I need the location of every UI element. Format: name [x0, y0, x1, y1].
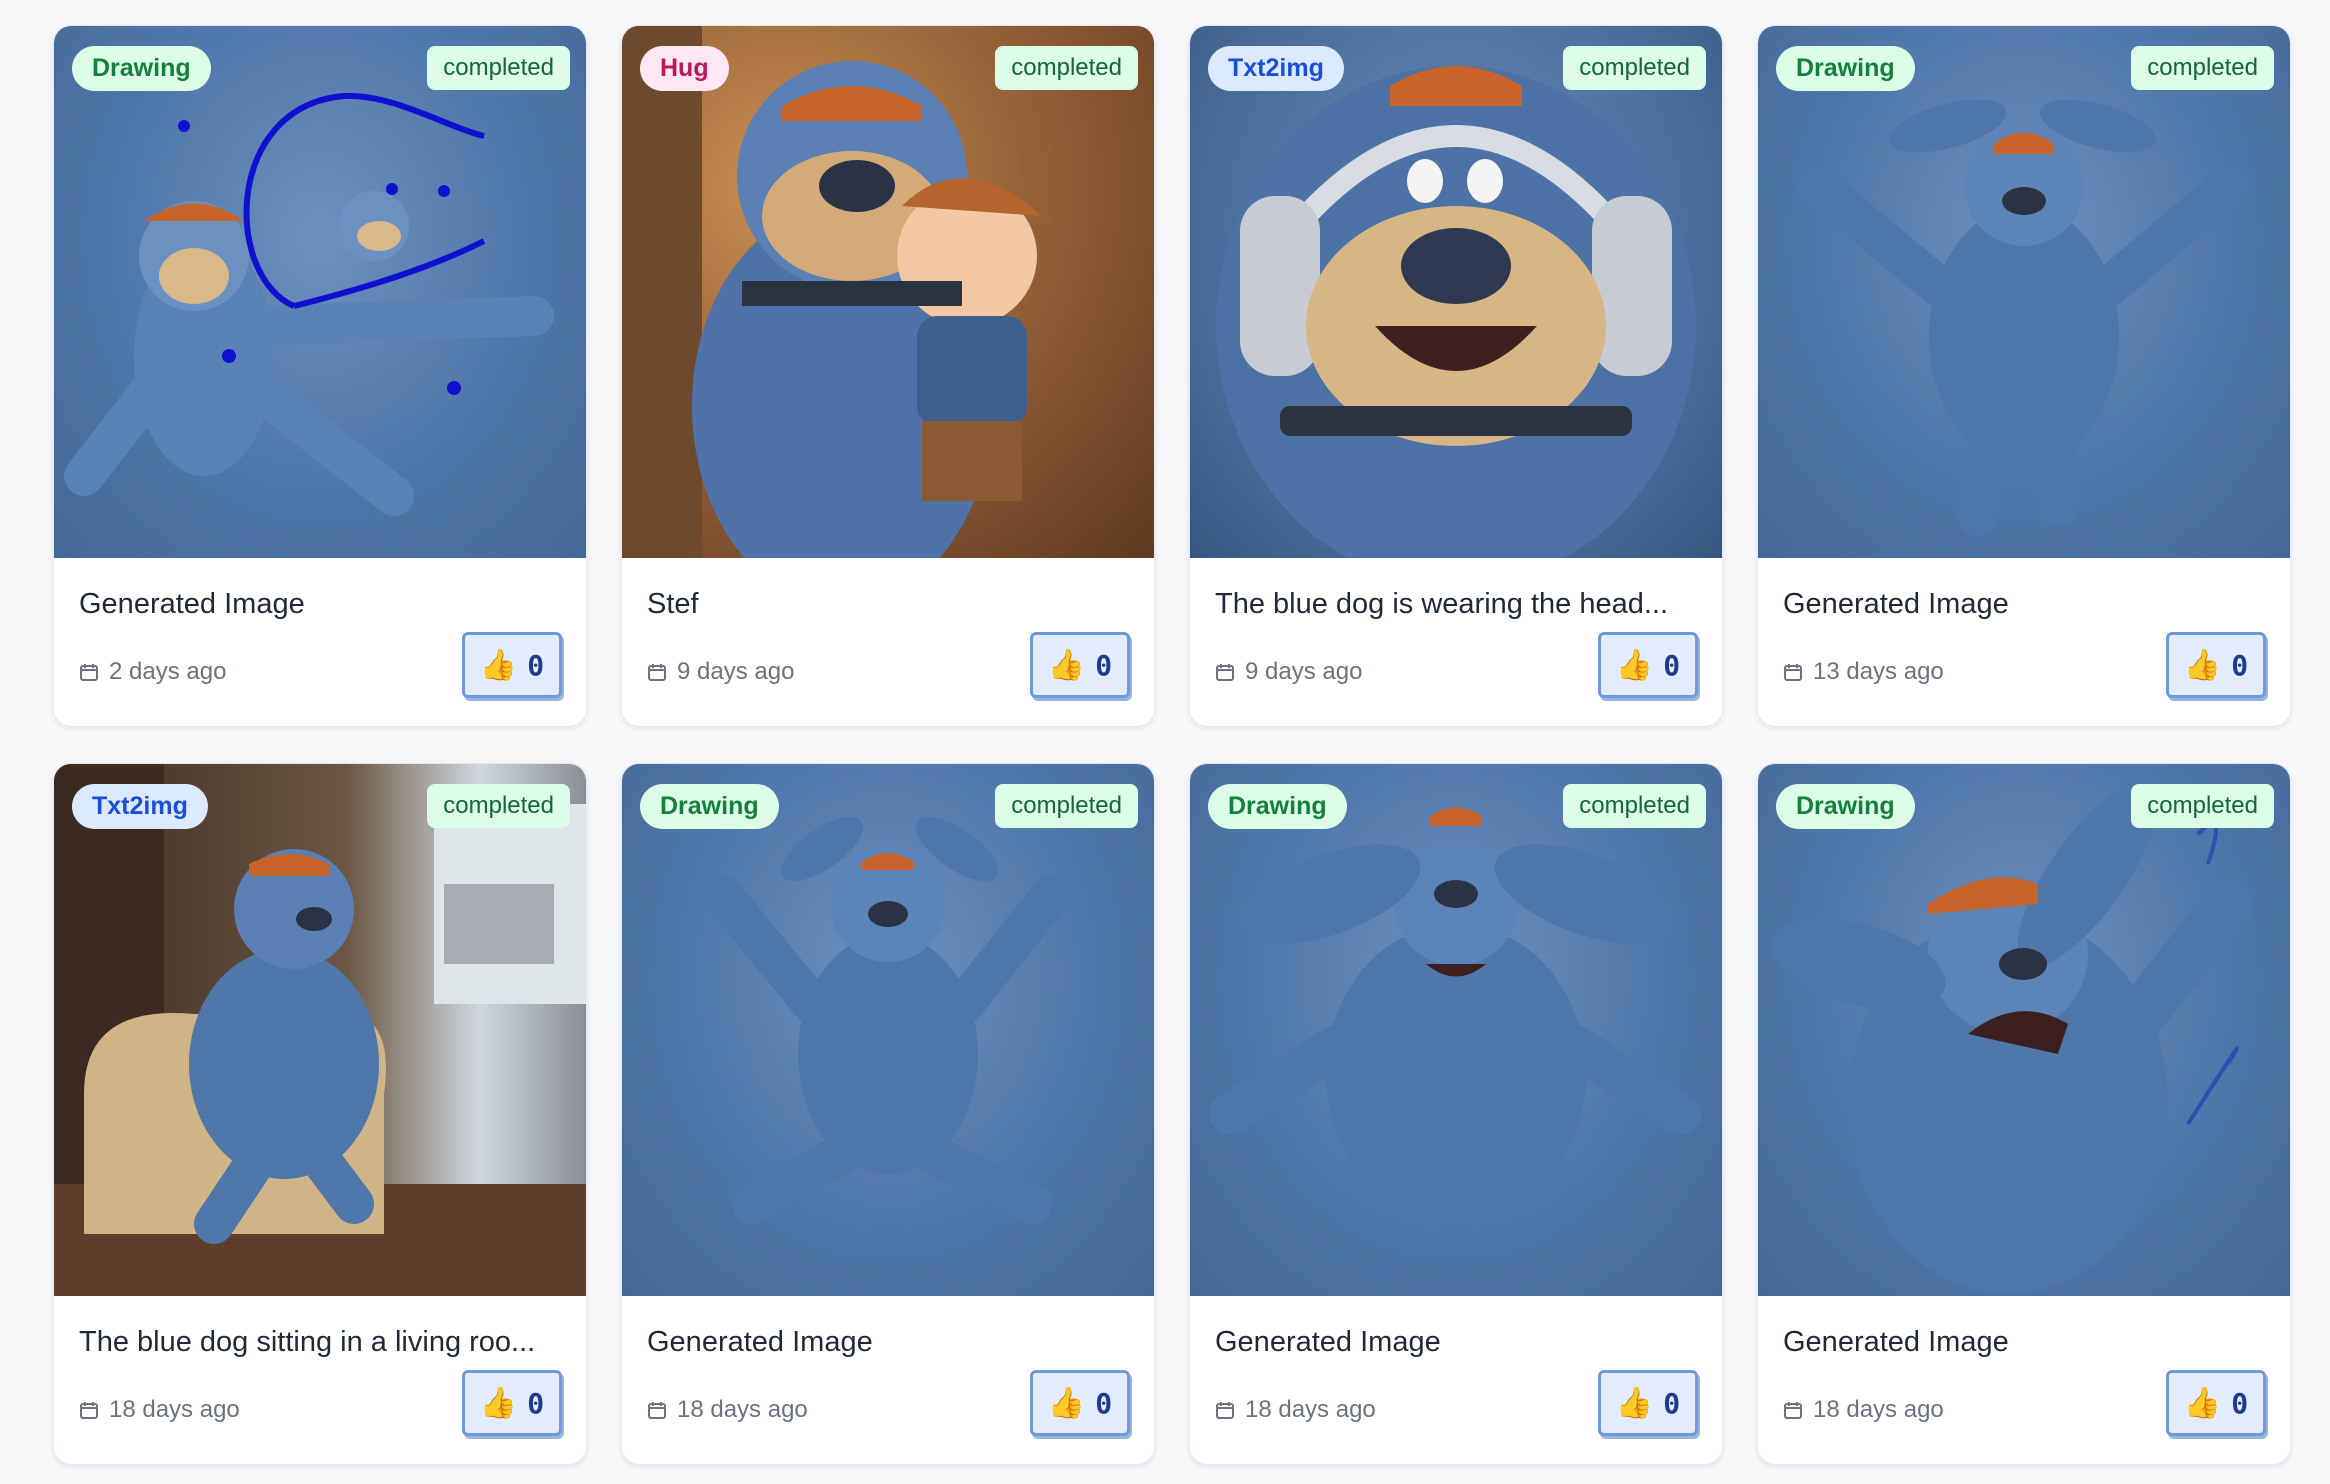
image-card[interactable]: Txt2img completed The blue dog is wearin…: [1189, 25, 1723, 727]
blue-dog-hug-image: [622, 26, 1042, 558]
type-badge: Hug: [640, 46, 729, 91]
date-text: 18 days ago: [677, 1396, 808, 1423]
card-date: 18 days ago: [647, 1396, 808, 1424]
status-badge: completed: [2131, 46, 2274, 90]
type-badge: Drawing: [1208, 784, 1347, 829]
card-date: 13 days ago: [1783, 658, 1944, 686]
like-count: 0: [527, 648, 545, 682]
calendar-icon: [80, 664, 98, 681]
calendar-icon: [1784, 664, 1802, 681]
type-badge: Drawing: [640, 784, 779, 829]
card-date: 18 days ago: [1783, 1396, 1944, 1424]
thumbs-up-icon: 👍: [1615, 648, 1654, 682]
image-thumbnail[interactable]: Drawing completed: [1758, 26, 2290, 558]
calendar-icon: [1216, 664, 1234, 681]
blue-dog-jumping-image: [702, 816, 1072, 1224]
status-badge: completed: [1563, 46, 1706, 90]
card-title: Generated Image: [1783, 1326, 2009, 1358]
card-date: 18 days ago: [1215, 1396, 1376, 1424]
status-badge: completed: [1563, 784, 1706, 828]
card-title: Generated Image: [1215, 1326, 1441, 1358]
thumbs-up-icon: 👍: [1047, 1386, 1086, 1420]
card-date: 18 days ago: [79, 1396, 240, 1424]
type-badge: Txt2img: [72, 784, 208, 829]
calendar-icon: [1784, 1402, 1802, 1419]
card-title: Generated Image: [647, 1326, 873, 1358]
image-card[interactable]: Drawing completed Generated Image 2 days…: [53, 25, 587, 727]
thumbs-up-icon: 👍: [1615, 1386, 1654, 1420]
blue-dog-jumping-image: [1798, 99, 2248, 536]
like-button[interactable]: 👍 0: [1030, 1370, 1130, 1436]
status-badge: completed: [427, 46, 570, 90]
status-badge: completed: [2131, 784, 2274, 828]
like-button[interactable]: 👍 0: [1598, 632, 1698, 698]
blue-dog-standing-image: [1209, 807, 1701, 1224]
calendar-icon: [648, 1402, 666, 1419]
image-card[interactable]: Drawing completed Generated Image 18 day…: [1757, 763, 2291, 1465]
image-card[interactable]: Drawing completed Generated Image 18 day…: [621, 763, 1155, 1465]
like-count: 0: [1095, 1386, 1113, 1420]
like-button[interactable]: 👍 0: [462, 632, 562, 698]
image-thumbnail[interactable]: Txt2img completed: [54, 764, 586, 1296]
calendar-icon: [648, 664, 666, 681]
card-date: 9 days ago: [647, 658, 794, 686]
like-count: 0: [1663, 1386, 1681, 1420]
card-title: The blue dog sitting in a living roo...: [79, 1326, 536, 1358]
type-badge: Drawing: [1776, 46, 1915, 91]
thumbs-up-icon: 👍: [2183, 1386, 2222, 1420]
blue-dog-waving-image: [1770, 781, 2253, 1294]
type-badge: Drawing: [72, 46, 211, 91]
image-card[interactable]: Drawing completed Generated Image 13 day…: [1757, 25, 2291, 727]
card-date: 9 days ago: [1215, 658, 1362, 686]
blue-dog-living-room-image: [54, 764, 586, 1296]
card-title: Generated Image: [79, 588, 305, 620]
like-count: 0: [1095, 648, 1113, 682]
calendar-icon: [80, 1402, 98, 1419]
image-thumbnail[interactable]: Drawing completed: [1758, 764, 2290, 1296]
thumbs-up-icon: 👍: [2183, 648, 2222, 682]
card-title: The blue dog is wearing the head...: [1215, 588, 1669, 620]
type-badge: Txt2img: [1208, 46, 1344, 91]
thumbs-up-icon: 👍: [479, 1386, 518, 1420]
image-thumbnail[interactable]: Txt2img completed: [1190, 26, 1722, 558]
like-button[interactable]: 👍 0: [462, 1370, 562, 1436]
image-thumbnail[interactable]: Drawing completed: [622, 764, 1154, 1296]
image-gallery: Drawing completed Generated Image 2 days…: [53, 25, 2291, 1465]
date-text: 18 days ago: [1245, 1396, 1376, 1423]
image-card[interactable]: Txt2img completed The blue dog sitting i…: [53, 763, 587, 1465]
image-thumbnail[interactable]: Drawing completed: [1190, 764, 1722, 1296]
thumbs-up-icon: 👍: [479, 648, 518, 682]
date-text: 2 days ago: [109, 658, 227, 685]
type-badge: Drawing: [1776, 784, 1915, 829]
card-date: 2 days ago: [79, 658, 226, 686]
thumbs-up-icon: 👍: [1047, 648, 1086, 682]
status-badge: completed: [995, 784, 1138, 828]
status-badge: completed: [427, 784, 570, 828]
like-count: 0: [1663, 648, 1681, 682]
like-button[interactable]: 👍 0: [2166, 632, 2266, 698]
calendar-icon: [1216, 1402, 1234, 1419]
like-count: 0: [2231, 1386, 2249, 1420]
date-text: 9 days ago: [677, 658, 795, 685]
date-text: 13 days ago: [1813, 658, 1944, 685]
like-button[interactable]: 👍 0: [1598, 1370, 1698, 1436]
image-card[interactable]: Hug completed Stef 9 days ago 👍 0: [621, 25, 1155, 727]
like-button[interactable]: 👍 0: [1030, 632, 1130, 698]
image-thumbnail[interactable]: Hug completed: [622, 26, 1154, 558]
image-card[interactable]: Drawing completed Generated Image 18 day…: [1189, 763, 1723, 1465]
card-title: Generated Image: [1783, 588, 2009, 620]
blue-dog-headphones-image: [1216, 66, 1696, 558]
status-badge: completed: [995, 46, 1138, 90]
blue-dog-drawing-image: [64, 92, 554, 516]
like-count: 0: [2231, 648, 2249, 682]
like-button[interactable]: 👍 0: [2166, 1370, 2266, 1436]
date-text: 9 days ago: [1245, 658, 1363, 685]
image-thumbnail[interactable]: Drawing completed: [54, 26, 586, 558]
date-text: 18 days ago: [1813, 1396, 1944, 1423]
date-text: 18 days ago: [109, 1396, 240, 1423]
card-title: Stef: [647, 588, 699, 620]
like-count: 0: [527, 1386, 545, 1420]
